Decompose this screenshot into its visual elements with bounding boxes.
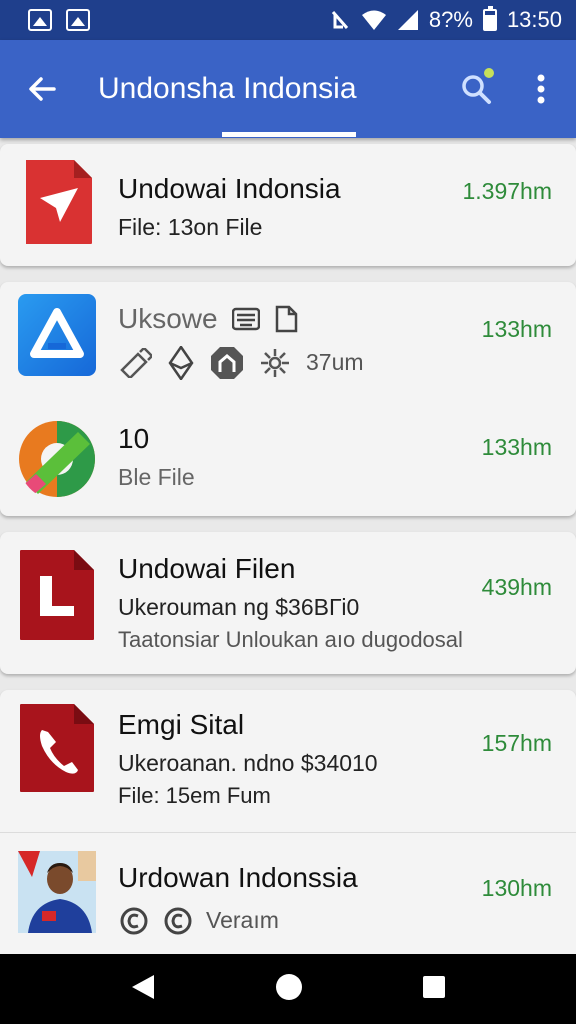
item-text: Uksowe 37um [118,302,364,380]
document-icon [275,305,297,333]
search-button[interactable] [446,40,506,138]
more-options-button[interactable] [506,40,576,138]
triangle-back-icon [131,974,154,999]
item-icon-line: Veraım [118,907,358,935]
drive-triangle-icon [18,294,96,376]
item-title: Undowai Filen [118,553,296,584]
wifi-icon [361,10,386,30]
overflow-menu-icon [537,74,545,104]
clock: 13:50 [506,7,562,32]
item-size: 1.397hm [462,178,552,204]
item-text: Undowai Indonsia File: 13on File [118,172,341,241]
status-bar: 8?% 13:50 [0,0,576,40]
image-notification-icon [66,9,90,31]
item-size: 133hm [481,316,552,342]
file-card: Emgi Sital Ukeroanan. ndno $34010 File: … [0,690,576,954]
item-title: Emgi Sital [118,709,245,740]
item-text: Urdowan Indonssia Veraım [118,861,358,935]
pdf-document-icon [22,158,94,246]
list-item[interactable]: Undowai Indonsia File: 13on File 1.397hm [0,144,576,266]
list-item[interactable]: Urdowan Indonssia Veraım 130hm [0,832,576,954]
signal-icon [397,10,418,30]
item-title: Urdowan Indonssia [118,862,358,893]
page-title: Undonsha Indonsia [98,72,357,105]
ethereum-icon [168,345,194,380]
item-title: 10 [118,423,150,454]
phone-document-icon [18,702,96,794]
list-item[interactable]: Emgi Sital Ukeroanan. ndno $34010 File: … [0,690,576,832]
person-photo-icon [18,851,96,933]
item-title: Undowai Indonsia [118,173,341,204]
app-bar: Undonsha Indonsia [0,40,576,138]
item-size: 439hm [481,574,552,600]
item-subtitle: 37um [306,349,364,376]
navigation-bar [0,954,576,1024]
nav-recents-button[interactable] [422,975,446,1004]
colorful-app-icon [18,418,96,500]
file-card: Uksowe 37um 133hm 10 Ble File 133hm [0,282,576,516]
item-description: File: 15em Fum [118,783,271,809]
back-button[interactable] [0,40,84,138]
list-item[interactable]: 10 Ble File 133hm [0,400,576,516]
battery-percent: 8?% [428,7,473,32]
red-l-document-icon [18,548,96,642]
app-bar-actions [446,40,576,138]
gallery-notification-icon [28,9,52,31]
notification-dot [484,68,494,78]
item-subtitle: File: 13on File [118,213,263,240]
item-text: Emgi Sital Ukeroanan. ndno $34010 File: … [118,708,378,809]
square-recents-icon [423,975,446,998]
gear-icon [261,348,289,377]
nav-home-button[interactable] [275,973,303,1006]
item-description: Taatonsiar Unloukan aıo dugodosal [118,627,463,653]
item-subtitle: Ble File [118,463,195,490]
circle-home-icon [275,973,302,1000]
nav-back-button[interactable] [130,973,156,1006]
item-text: 10 Ble File [118,422,195,491]
list-item[interactable]: Undowai Filen Ukeroumаn ng $36ВГі0 Taato… [0,532,576,674]
item-size: 157hm [481,730,552,756]
arrow-left-icon [29,77,56,101]
file-card: Undowai Indonsia File: 13on File 1.397hm [0,144,576,266]
item-title: Uksowe [118,303,218,334]
status-left [28,9,90,31]
mute-icon [331,11,349,29]
item-subtitle: Veraım [206,907,279,934]
list-item[interactable]: Uksowe 37um 133hm [0,282,576,400]
item-subtitle: Ukeroumаn ng $36ВГі0 [118,593,360,620]
battery-icon [482,6,497,31]
item-size: 133hm [481,434,552,460]
item-size: 130hm [481,875,552,901]
item-text: Undowai Filen Ukeroumаn ng $36ВГі0 Taato… [118,552,463,653]
item-subtitle: Ukeroanan. ndno $34010 [118,749,378,776]
status-right: 8?% 13:50 [329,6,562,33]
usb-drive-icon [120,347,152,378]
tab-indicator [222,132,356,137]
keyboard-icon [231,307,260,331]
copyright-badge-icon [120,907,148,935]
home-shield-icon [211,346,243,379]
file-card: Undowai Filen Ukeroumаn ng $36ВГі0 Taato… [0,532,576,674]
copyright-badge-icon [164,907,192,935]
item-icon-line: 37um [118,345,364,380]
item-title-line: Uksowe [118,302,364,336]
